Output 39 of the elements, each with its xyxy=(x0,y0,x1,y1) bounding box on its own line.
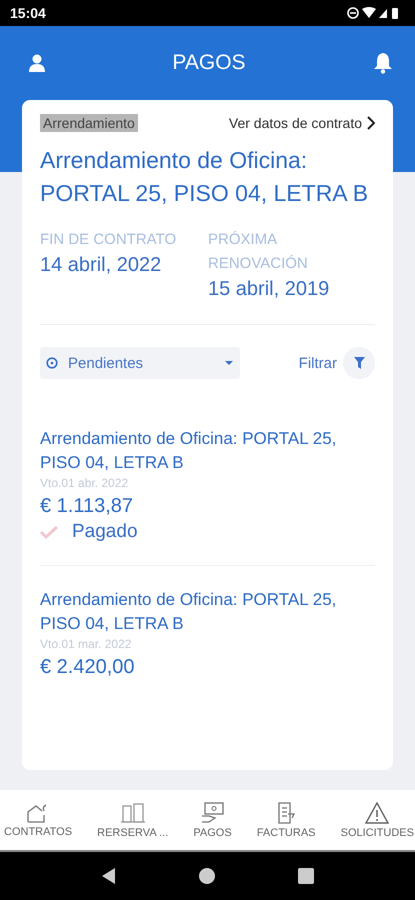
filter-button[interactable] xyxy=(343,347,375,379)
nav-tab[interactable]: CONTRATOS xyxy=(4,802,72,838)
payment-status: Pagado xyxy=(72,521,138,543)
funnel-icon xyxy=(354,357,364,369)
contract-details-link[interactable]: Ver datos de contrato xyxy=(228,115,375,131)
field-label: PRÓXIMA RENOVACIÓN xyxy=(208,230,309,274)
dropdown-value: Pendientes xyxy=(68,354,144,372)
home-icon[interactable] xyxy=(198,868,214,884)
clock-icon xyxy=(46,357,58,369)
warning-icon xyxy=(365,802,390,824)
page-title: PAGOS xyxy=(172,51,246,75)
contract-title: Arrendamiento de Oficina: PORTAL 25, PISO 04, LETRA B xyxy=(40,146,370,208)
caret-icon xyxy=(224,360,234,366)
field-value: 15 abril, 2019 xyxy=(208,277,330,302)
chevron-icon xyxy=(366,116,375,130)
nav-tab[interactable]: RERSERVA ... xyxy=(97,802,168,838)
payment-title[interactable]: Arrendamiento de Oficina: PORTAL 25, PISO 04, LETRA B xyxy=(40,588,375,636)
nav-tab[interactable]: SOLICITUDES xyxy=(340,802,414,838)
back-icon[interactable] xyxy=(102,868,116,884)
buildings-icon xyxy=(120,802,146,824)
field-label: FIN DE CONTRATO xyxy=(40,230,178,250)
contract-type-tag: Arrendamiento xyxy=(40,114,138,132)
nav-tab[interactable]: FACTURAS xyxy=(256,802,316,838)
payment-title[interactable]: Arrendamiento de Oficina: PORTAL 25, PISO 04, LETRA B xyxy=(40,427,375,475)
status-time: 15:04 xyxy=(10,5,46,21)
payment-amount: € 2.420,00 xyxy=(40,655,136,680)
payment-icon xyxy=(200,802,225,824)
field-value: 14 abril, 2022 xyxy=(40,253,162,278)
due-date: Vto.01 mar. 2022 xyxy=(40,636,132,652)
filter-label[interactable]: Filtrar xyxy=(298,354,337,372)
status-dropdown[interactable]: Pendientes xyxy=(40,347,240,379)
recents-icon[interactable] xyxy=(298,868,314,884)
bell-icon[interactable] xyxy=(372,52,393,74)
user-icon[interactable] xyxy=(29,54,45,72)
due-date: Vto.01 abr. 2022 xyxy=(40,475,130,491)
nav-tab[interactable]: PAGOS xyxy=(193,802,232,838)
payment-amount: € 1.113,87 xyxy=(40,494,134,519)
check-icon xyxy=(40,525,58,539)
document-icon xyxy=(276,802,296,824)
